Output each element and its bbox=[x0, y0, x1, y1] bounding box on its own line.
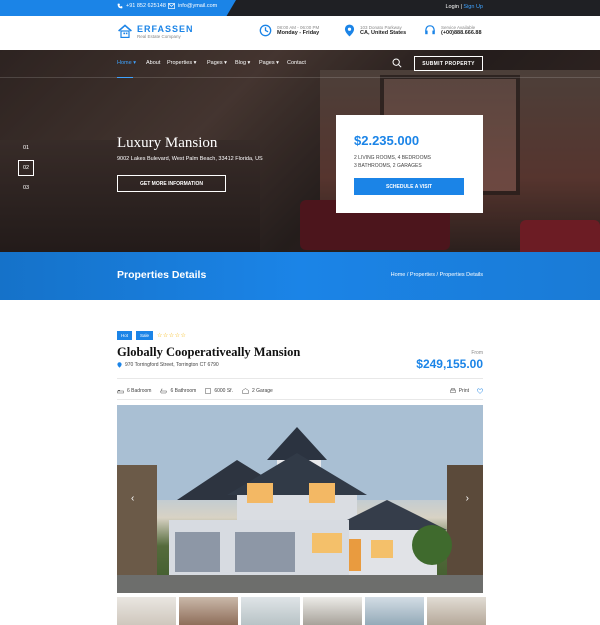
feature-bedrooms: 6 Badroom bbox=[117, 388, 151, 394]
property-address-text: 970 Torringford Street, Torrington CT 67… bbox=[125, 362, 219, 368]
hero-address: 9002 Lakes Bulevard, West Palm Beach, 33… bbox=[117, 156, 263, 162]
map-pin-icon bbox=[117, 362, 122, 368]
login-link[interactable]: Login bbox=[445, 4, 458, 10]
property-actions: Print bbox=[449, 388, 483, 394]
thumbnail-4[interactable] bbox=[303, 597, 362, 625]
phone-icon bbox=[117, 3, 123, 9]
auth-links: Login | Sign Up bbox=[445, 4, 483, 10]
print-action[interactable]: Print bbox=[449, 388, 469, 394]
headset-icon bbox=[425, 25, 435, 35]
thumbnail-1[interactable] bbox=[117, 597, 176, 625]
nav-properties[interactable]: Properties ▾ bbox=[167, 60, 196, 66]
site-header: ERFASSEN Real Estate Company 08:00 AM - … bbox=[0, 16, 600, 50]
property-address: 970 Torringford Street, Torrington CT 67… bbox=[117, 362, 219, 368]
property-gallery[interactable]: ‹ › bbox=[117, 405, 483, 593]
card-feature-baths: 3 BATHROOMS, 2 GARAGES bbox=[354, 163, 422, 169]
map-pin-icon bbox=[344, 24, 355, 37]
slide-dot-1[interactable]: 01 bbox=[18, 140, 34, 156]
logo-name: ERFASSEN bbox=[137, 23, 194, 34]
feature-bathrooms: 6 Bathroom bbox=[160, 388, 196, 394]
hours-days: Monday - Friday bbox=[277, 30, 320, 36]
hero-overlay bbox=[0, 50, 600, 252]
hero-slider: Home ▾ About Properties ▾ Pages ▾ Blog ▾… bbox=[0, 50, 600, 252]
nav-home[interactable]: Home ▾ bbox=[117, 60, 136, 66]
sale-badge: Sale bbox=[136, 331, 154, 340]
logo[interactable]: ERFASSEN Real Estate Company bbox=[117, 23, 194, 39]
bathtub-icon bbox=[160, 388, 168, 394]
thumbnail-5[interactable] bbox=[365, 597, 424, 625]
house-logo-icon bbox=[118, 24, 132, 38]
printer-icon bbox=[449, 388, 456, 393]
feature-garage: 2 Garage bbox=[242, 388, 273, 394]
schedule-visit-button[interactable]: SCHEDULE A VISIT bbox=[354, 178, 464, 195]
property-features: 6 Badroom 6 Bathroom 6000 Sf. 2 Garage bbox=[117, 388, 273, 394]
divider-bottom bbox=[117, 399, 483, 400]
price-from-label: From bbox=[471, 350, 483, 356]
breadcrumb[interactable]: Home / Properties / Properties Details bbox=[391, 272, 483, 278]
nav-about[interactable]: About bbox=[146, 60, 160, 66]
property-price: $249,155.00 bbox=[416, 357, 483, 371]
service-number: (+00)888.666.88 bbox=[441, 29, 482, 36]
bed-icon bbox=[117, 389, 124, 393]
slide-pagination: 01 02 03 bbox=[18, 140, 34, 200]
card-price: $2.235.000 bbox=[354, 133, 420, 148]
address-region: CA, United States bbox=[360, 30, 407, 36]
email-text: info@ymail.com bbox=[178, 3, 218, 9]
area-icon bbox=[205, 388, 212, 394]
card-feature-rooms: 2 LIVING ROOMS, 4 BEDROOMS bbox=[354, 155, 431, 161]
gallery-thumbnails bbox=[117, 597, 486, 625]
slide-dot-3[interactable]: 03 bbox=[18, 180, 34, 196]
gallery-prev-arrow[interactable]: ‹ bbox=[131, 493, 134, 504]
email-contact[interactable]: info@ymail.com bbox=[168, 3, 217, 9]
garage-icon bbox=[242, 388, 249, 394]
search-icon[interactable] bbox=[392, 58, 402, 68]
hot-badge: Hot bbox=[117, 331, 133, 340]
logo-subtitle: Real Estate Company bbox=[137, 33, 181, 39]
page-banner: Properties Details Home / Properties / P… bbox=[0, 252, 600, 300]
nav-pages-2[interactable]: Pages ▾ bbox=[259, 60, 279, 66]
phone-contact[interactable]: +91 852 625148 bbox=[117, 3, 166, 9]
slide-dot-2[interactable]: 02 bbox=[18, 160, 34, 176]
hero-title: Luxury Mansion bbox=[117, 135, 218, 151]
rating-stars[interactable]: ☆☆☆☆☆ bbox=[157, 332, 186, 339]
submit-property-button[interactable]: SUBMIT PROPERTY bbox=[414, 56, 483, 71]
gallery-next-arrow[interactable]: › bbox=[466, 493, 469, 504]
nav-active-underline bbox=[117, 77, 133, 78]
signup-link[interactable]: Sign Up bbox=[463, 4, 483, 10]
phone-text: +91 852 625148 bbox=[126, 3, 166, 9]
property-badges: Hot Sale ☆☆☆☆☆ bbox=[117, 331, 186, 340]
thumbnail-6[interactable] bbox=[427, 597, 486, 625]
thumbnail-3[interactable] bbox=[241, 597, 300, 625]
property-title: Globally Cooperativeally Mansion bbox=[117, 345, 301, 359]
nav-pages[interactable]: Pages ▾ bbox=[207, 60, 227, 66]
top-bar: +91 852 625148 info@ymail.com Login | Si… bbox=[0, 0, 600, 16]
price-card: $2.235.000 2 LIVING ROOMS, 4 BEDROOMS 3 … bbox=[336, 115, 483, 213]
main-nav: Home ▾ About Properties ▾ Pages ▾ Blog ▾… bbox=[0, 50, 600, 78]
feature-area: 6000 Sf. bbox=[205, 388, 233, 394]
house-photo bbox=[117, 405, 483, 593]
opening-hours: 08:00 AM - 06:00 PM Monday - Friday bbox=[259, 24, 319, 37]
more-info-button[interactable]: GET MORE INFORMATION bbox=[117, 175, 226, 192]
clock-icon bbox=[259, 24, 272, 37]
heart-icon[interactable] bbox=[477, 388, 483, 394]
nav-blog[interactable]: Blog ▾ bbox=[235, 60, 250, 66]
divider-top bbox=[117, 378, 483, 379]
envelope-icon bbox=[168, 3, 175, 9]
service-phone: Service Available (+00)888.666.88 bbox=[424, 24, 482, 36]
nav-contact[interactable]: Contact bbox=[287, 60, 306, 66]
thumbnail-2[interactable] bbox=[179, 597, 238, 625]
office-address: 103 Donato Parkway CA, United States bbox=[344, 24, 406, 37]
page-title: Properties Details bbox=[117, 269, 207, 281]
